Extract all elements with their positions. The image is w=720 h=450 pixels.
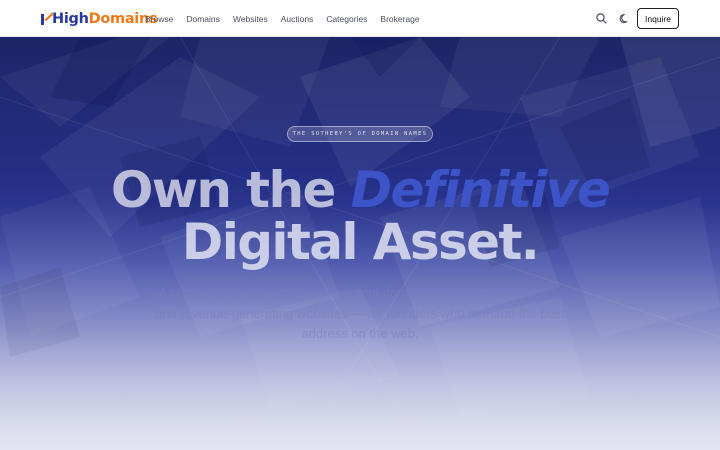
headline-text: Own the	[110, 161, 351, 219]
hero-headline-line2: Digital Asset.	[181, 213, 540, 271]
moon-icon[interactable]	[618, 12, 631, 25]
inquire-button[interactable]: Inquire	[637, 8, 679, 29]
nav-domains[interactable]: Domains	[186, 14, 220, 24]
nav-categories[interactable]: Categories	[326, 14, 367, 24]
nav-websites[interactable]: Websites	[233, 14, 268, 24]
nav-browse[interactable]: Browse	[145, 14, 173, 24]
brand-logo[interactable]: High Domains	[40, 9, 158, 29]
nav-brokerage[interactable]: Brokerage	[380, 14, 419, 24]
hero-tagline-badge: THE SOTHEBY'S OF DOMAIN NAMES	[287, 126, 433, 142]
main-nav: Browse Domains Websites Auctions Categor…	[145, 0, 433, 37]
nav-auctions[interactable]: Auctions	[281, 14, 314, 24]
hero-headline-line1: Own the Definitive	[0, 164, 720, 216]
hero-section: THE SOTHEBY'S OF DOMAIN NAMES Own the De…	[0, 37, 720, 450]
logo-mark-icon	[41, 12, 53, 25]
hero-subtitle: A curated showcase of one-word .com doma…	[155, 285, 565, 341]
headline-accent: Definitive	[350, 161, 611, 219]
site-header: High Domains Browse Domains Websites Auct…	[0, 0, 720, 37]
brand-name-primary: High	[52, 11, 89, 27]
search-icon[interactable]	[595, 12, 608, 25]
